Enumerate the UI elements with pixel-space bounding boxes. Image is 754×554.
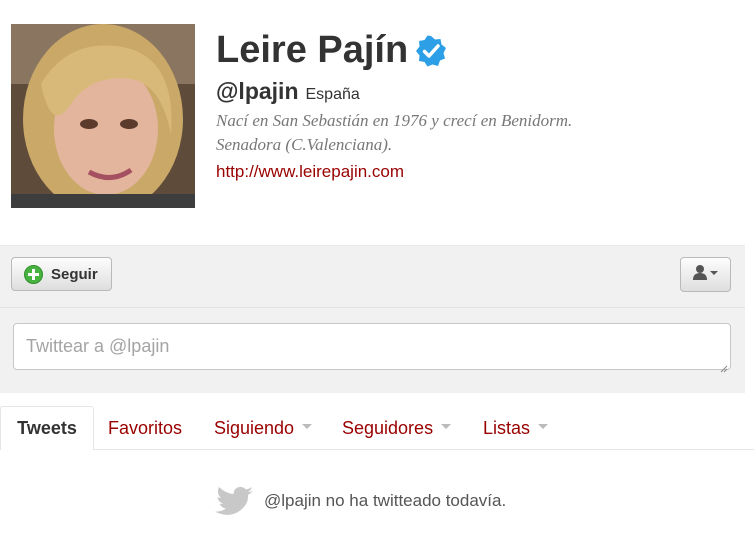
user-actions-dropdown-button[interactable] — [680, 257, 731, 292]
tab-tweets[interactable]: Tweets — [0, 406, 94, 450]
profile-handle: @lpajin — [216, 78, 299, 104]
user-dropdown-icon — [692, 264, 719, 285]
bio-line: Nací en San Sebastián en 1976 y crecí en… — [216, 111, 573, 130]
tab-favoritos[interactable]: Favoritos — [108, 406, 182, 450]
profile-url-link[interactable]: http://www.leirepajin.com — [216, 162, 404, 182]
tab-label: Listas — [483, 417, 531, 438]
twitter-bird-icon — [215, 486, 255, 516]
tab-listas[interactable]: Listas — [483, 406, 549, 450]
profile-bio: Nací en San Sebastián en 1976 y crecí en… — [216, 109, 716, 157]
chevron-down-icon — [538, 423, 549, 429]
tab-label: Tweets — [17, 418, 77, 438]
profile-avatar[interactable] — [11, 24, 195, 208]
profile-actions-panel: Seguir — [0, 245, 745, 393]
empty-timeline-message: @lpajin no ha twitteado todavía. — [215, 486, 506, 516]
actions-divider — [0, 307, 745, 308]
tab-siguiendo[interactable]: Siguiendo — [214, 406, 313, 450]
bio-line: Senadora (C.Valenciana). — [216, 135, 393, 154]
profile-name: Leire Pajín — [216, 29, 409, 71]
empty-state-text: @lpajin no ha twitteado todavía. — [264, 491, 507, 510]
tab-seguidores[interactable]: Seguidores — [342, 406, 452, 450]
profile-location: España — [305, 86, 360, 103]
follow-button[interactable]: Seguir — [11, 257, 112, 291]
profile-tabs: Tweets Favoritos Siguiendo Seguidores Li… — [0, 406, 754, 450]
verified-badge-icon — [415, 35, 447, 67]
tab-label: Favoritos — [108, 417, 183, 438]
resize-handle-icon[interactable] — [720, 360, 728, 373]
tab-label: Siguiendo — [214, 417, 295, 438]
tweet-to-user-input[interactable] — [13, 323, 731, 370]
tabs-divider — [93, 449, 754, 450]
tab-label: Seguidores — [342, 417, 434, 438]
chevron-down-icon — [441, 423, 452, 429]
follow-button-label: Seguir — [51, 265, 98, 283]
chevron-down-icon — [302, 423, 313, 429]
plus-circle-icon — [24, 264, 43, 284]
